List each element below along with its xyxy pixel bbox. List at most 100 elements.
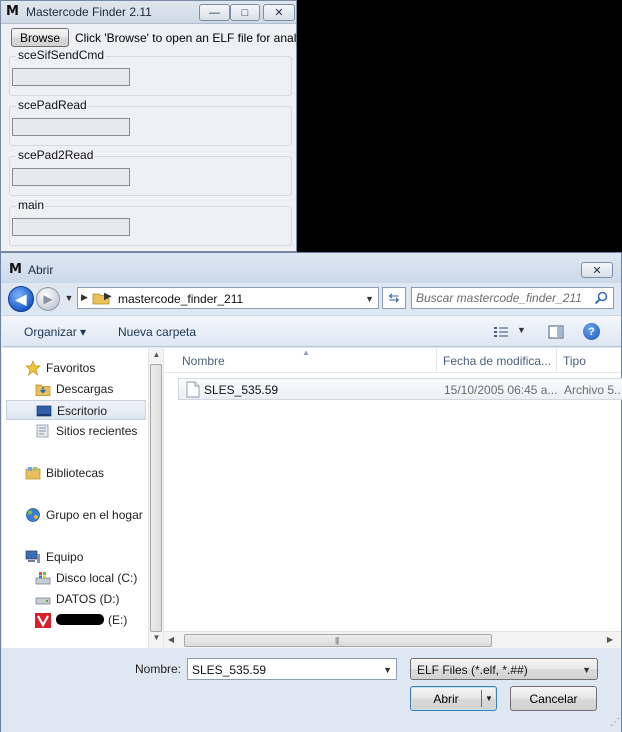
chevron-down-icon[interactable]: ▼ [485,694,493,703]
open-button-label: Abrir [433,691,459,706]
nav-item-favorites[interactable]: Favoritos [2,358,148,378]
mastercode-finder-window: M Mastercode Finder 2.11 — □ ✕ Browse Cl… [0,0,317,252]
file-row[interactable]: SLES_535.59 15/10/2005 06:45 a... Archiv… [178,378,622,400]
close-button[interactable]: ✕ [263,4,295,21]
open-file-dialog: M Abrir ✕ ◀ ▶ ▼ ▶ ▶ mastercode_finder_21… [0,252,622,732]
help-icon[interactable]: ? [583,323,600,340]
hint-text: Click 'Browse' to open an ELF file for a… [75,31,318,45]
organize-button[interactable]: Organizar ▾ [24,325,86,339]
nav-item-label: Favoritos [46,361,96,375]
recent-places-icon [36,424,49,438]
drive-e-brand-icon [35,613,51,628]
address-bar[interactable]: ▶ ▶ mastercode_finder_211 ▼ [77,287,379,309]
command-bar: Organizar ▾ Nueva carpeta ▼ ? [2,315,621,347]
title-bar[interactable]: M Mastercode Finder 2.11 — □ ✕ [1,1,296,24]
chevron-down-icon[interactable]: ▼ [383,665,392,675]
homegroup-icon [26,508,40,522]
recent-locations-dropdown[interactable]: ▼ [63,292,75,304]
app-logo-icon: M [6,4,19,19]
downloads-folder-icon [35,384,51,396]
result-field[interactable] [12,218,130,236]
column-header-row: ▲ Nombre Fecha de modifica... Tipo [164,348,621,373]
file-date: 15/10/2005 06:45 a... [444,383,558,397]
nav-item-libraries[interactable]: Bibliotecas [2,463,148,483]
sort-ascending-icon: ▲ [302,348,310,357]
forward-button[interactable]: ▶ [36,287,60,311]
search-box[interactable] [411,287,614,309]
search-icon[interactable] [594,291,608,305]
minimize-icon: — [209,6,220,19]
nav-item-recent-places[interactable]: Sitios recientes [2,421,148,441]
drive-d-icon [35,597,51,605]
scroll-left-icon[interactable]: ◀ [168,635,174,644]
horizontal-scrollbar[interactable]: ◀ ||| ▶ [164,631,621,648]
browse-button[interactable]: Browse [11,28,69,47]
group-label: scePad2Read [16,148,96,162]
group-scepadread: scePadRead [9,98,292,146]
scroll-right-icon[interactable]: ▶ [607,635,613,644]
column-divider[interactable] [556,348,557,373]
dialog-close-button[interactable]: ✕ [581,262,613,278]
back-button[interactable]: ◀ [8,286,34,312]
filename-combobox[interactable]: ▼ [187,658,397,680]
nav-item-desktop[interactable]: Escritorio [6,400,146,420]
drive-letter: (E:) [108,613,128,627]
breadcrumb-current-folder[interactable]: mastercode_finder_211 [118,292,243,306]
chevron-down-icon: ▼ [582,665,591,675]
resize-grip-icon[interactable]: ⋰ [610,718,620,728]
cancel-button[interactable]: Cancelar [510,686,597,711]
scroll-thumb[interactable]: ||| [184,634,492,647]
search-input[interactable] [416,290,586,306]
nav-item-drive-d[interactable]: DATOS (D:) [2,589,148,609]
new-folder-button[interactable]: Nueva carpeta [118,325,196,339]
minimize-button[interactable]: — [199,4,230,21]
scroll-up-icon[interactable]: ▲ [149,350,164,362]
nav-item-label: Escritorio [57,404,108,418]
maximize-button[interactable]: □ [230,4,260,21]
close-icon: ✕ [592,264,602,277]
result-field[interactable] [12,68,130,86]
address-dropdown-icon[interactable]: ▼ [365,294,374,304]
nav-item-computer[interactable]: Equipo [2,547,148,567]
column-header-date[interactable]: Fecha de modifica... [443,354,551,368]
chevron-down-icon[interactable]: ▼ [517,325,526,335]
nav-item-label: Grupo en el hogar [46,508,143,522]
grip-icon: ||| [335,636,339,645]
chevron-down-icon: ▼ [64,293,74,303]
chevron-right-icon[interactable]: ▶ [81,292,88,303]
file-type-filter-value: ELF Files (*.elf, *.##) [417,663,528,677]
view-options-icon[interactable] [493,325,509,339]
refresh-button[interactable]: ⇆ [382,287,406,309]
scroll-down-icon[interactable]: ▼ [149,633,164,645]
arrow-left-icon: ◀ [15,290,27,307]
group-scesifsendcmd: sceSifSendCmd [9,48,292,96]
nav-item-label: Bibliotecas [46,466,105,480]
nav-item-label: Disco local (C:) [56,571,138,585]
file-list: ▲ Nombre Fecha de modifica... Tipo SLES_… [164,348,622,648]
dialog-title-bar[interactable]: M Abrir ✕ [1,253,621,283]
column-header-type[interactable]: Tipo [563,354,586,368]
file-type-filter[interactable]: ELF Files (*.elf, *.##) ▼ [410,658,598,680]
column-divider[interactable] [436,348,437,373]
drive-c-icon [35,572,51,585]
filename-input[interactable] [192,662,372,677]
file-name: SLES_535.59 [204,383,279,397]
arrow-right-icon: ▶ [43,292,53,306]
nav-item-downloads[interactable]: Descargas [2,379,148,399]
nav-item-drive-c[interactable]: Disco local (C:) [2,568,148,588]
open-button[interactable]: Abrir ▼ [410,686,497,711]
preview-pane-icon[interactable] [548,325,564,339]
group-scepad2read: scePad2Read [9,148,292,196]
star-icon [25,360,41,376]
nav-item-homegroup[interactable]: Grupo en el hogar [2,505,148,525]
column-header-name[interactable]: Nombre [182,354,225,368]
scroll-thumb[interactable] [150,364,162,632]
nav-item-label: (E:) [56,613,127,627]
result-field[interactable] [12,168,130,186]
breadcrumb-separator-icon[interactable]: ▶ [104,291,112,302]
navigation-scrollbar[interactable]: ▲ ▼ [148,348,163,648]
split-divider [481,690,482,707]
result-field[interactable] [12,118,130,136]
window-title: Mastercode Finder 2.11 [26,5,152,19]
nav-item-drive-e[interactable]: (E:) [2,610,148,630]
